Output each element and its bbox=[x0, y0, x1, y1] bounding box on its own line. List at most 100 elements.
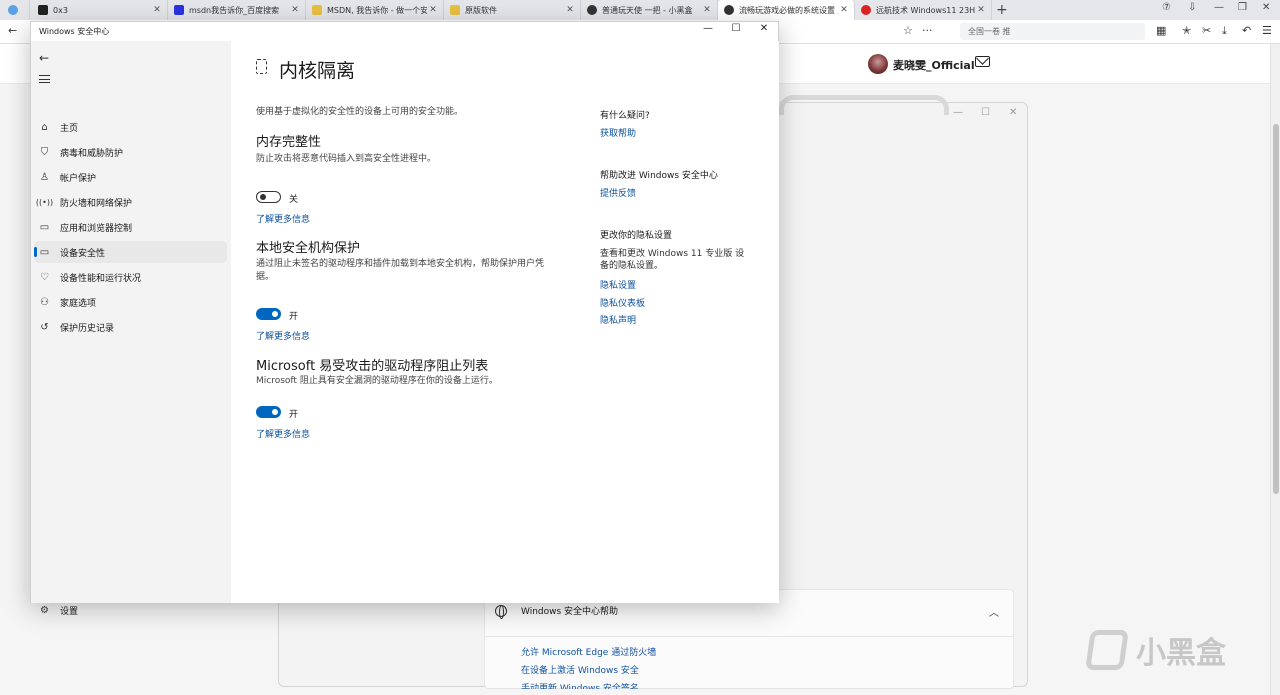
sidebar-item-device-health[interactable]: ♡ 设备性能和运行状况 bbox=[34, 266, 227, 288]
privacy-statement-link[interactable]: 隐私声明 bbox=[600, 313, 636, 326]
toggle-state-label: 关 bbox=[289, 195, 299, 205]
more-icon[interactable]: ··· bbox=[922, 24, 933, 37]
browser-tab[interactable] bbox=[0, 0, 30, 20]
page-title: 内核隔离 bbox=[279, 60, 356, 82]
page-scrollbar[interactable] bbox=[1270, 44, 1280, 695]
close-icon[interactable]: ✕ bbox=[975, 5, 987, 15]
privacy-dashboard-link[interactable]: 隐私仪表板 bbox=[600, 296, 645, 309]
minimize-icon[interactable]: — bbox=[693, 23, 723, 34]
sidebar-item-account[interactable]: ♙ 帐户保护 bbox=[34, 166, 227, 188]
section-description: 防止攻击将恶意代码插入到高安全性进程中。 bbox=[256, 154, 437, 164]
new-tab-icon[interactable]: + bbox=[996, 2, 1008, 18]
sidebar-item-device-security[interactable]: ▭ 设备安全性 bbox=[34, 241, 227, 263]
history-icon: ↺ bbox=[40, 321, 49, 333]
sidebar-item-settings[interactable]: ⚙ 设置 bbox=[34, 599, 227, 621]
xiaoheihe-icon bbox=[587, 5, 597, 15]
watermark: 小黑盒 bbox=[1085, 628, 1226, 672]
browser-tab[interactable]: msdn我告诉你_百度搜索 ✕ bbox=[168, 0, 306, 20]
feedback-link[interactable]: 提供反馈 bbox=[600, 186, 636, 199]
tab-title: MSDN, 我告诉你 - 做一个安 bbox=[327, 5, 427, 15]
section-heading: 内存完整性 bbox=[256, 135, 322, 150]
tab-favicon-icon bbox=[38, 5, 48, 15]
sidebar-item-home[interactable]: ⌂ 主页 bbox=[34, 116, 227, 138]
browser-tab[interactable]: 普通玩天使 一把 - 小黑盒 ✕ bbox=[581, 0, 718, 20]
sidebar-item-label: 设置 bbox=[60, 606, 79, 617]
browser-tab[interactable]: MSDN, 我告诉你 - 做一个安 ✕ bbox=[306, 0, 444, 20]
browser-tab-strip: 0x3 ✕ msdn我告诉你_百度搜索 ✕ MSDN, 我告诉你 - 做一个安 … bbox=[0, 0, 1280, 20]
home-icon: ⌂ bbox=[41, 121, 48, 133]
browser-tab[interactable]: 原版软件 ✕ bbox=[444, 0, 581, 20]
person-icon: ♙ bbox=[40, 171, 49, 183]
undo-icon[interactable]: ↶ bbox=[1242, 24, 1251, 37]
privacy-settings-link[interactable]: 隐私设置 bbox=[600, 278, 636, 291]
decorative-arc bbox=[779, 95, 949, 115]
tab-search-icon[interactable]: ⑦ bbox=[1162, 2, 1171, 13]
driver-blocklist-toggle[interactable] bbox=[256, 406, 281, 418]
close-icon[interactable]: ✕ bbox=[427, 5, 439, 15]
help-link[interactable]: 手动更新 Windows 安全签名 bbox=[521, 681, 639, 689]
sidebar-item-label: 设备安全性 bbox=[60, 248, 106, 259]
close-icon[interactable]: ✕ bbox=[289, 5, 301, 15]
core-isolation-icon bbox=[256, 59, 267, 74]
chevron-up-icon[interactable]: ︿ bbox=[989, 604, 999, 619]
restore-icon[interactable]: ❐ bbox=[1238, 2, 1247, 13]
sidebar-item-label: 病毒和威胁防护 bbox=[60, 148, 124, 159]
sidebar-item-virus[interactable]: ⛉ 病毒和威胁防护 bbox=[34, 141, 227, 163]
sidebar-item-app-browser[interactable]: ▭ 应用和浏览器控制 bbox=[34, 216, 227, 238]
close-icon[interactable]: ✕ bbox=[838, 5, 850, 15]
toggle-state-label: 开 bbox=[289, 312, 299, 322]
section-heading: Microsoft 易受攻击的驱动程序阻止列表 bbox=[256, 359, 489, 374]
grid-icon[interactable]: ▦ bbox=[1156, 24, 1166, 37]
close-icon[interactable]: ✕ bbox=[701, 5, 713, 15]
learn-more-link[interactable]: 了解更多信息 bbox=[256, 329, 310, 342]
minimize-icon[interactable]: — bbox=[1214, 2, 1224, 13]
maximize-icon[interactable]: ☐ bbox=[721, 23, 751, 34]
back-arrow-icon[interactable]: ← bbox=[39, 51, 49, 65]
tools-icon[interactable]: ✂ bbox=[1202, 24, 1211, 37]
mail-icon[interactable] bbox=[975, 56, 990, 67]
help-card-title: Windows 安全中心帮助 bbox=[521, 607, 619, 617]
close-icon[interactable]: ✕ bbox=[749, 23, 779, 34]
browser-tab[interactable]: 远航技术 Windows11 23H2 ✕ bbox=[855, 0, 992, 20]
lsa-protection-toggle[interactable] bbox=[256, 308, 281, 320]
browser-tab-active[interactable]: 流畅玩游戏必做的系统设置 ✕ bbox=[718, 0, 855, 20]
user-name[interactable]: 麦晓雯_Official bbox=[893, 57, 975, 73]
memory-integrity-toggle[interactable] bbox=[256, 191, 281, 203]
get-help-link[interactable]: 获取帮助 bbox=[600, 126, 636, 139]
pin-icon[interactable]: ⇩ bbox=[1188, 2, 1196, 13]
maximize-icon[interactable]: ☐ bbox=[981, 107, 990, 118]
hamburger-icon[interactable] bbox=[39, 75, 50, 83]
avatar[interactable] bbox=[868, 54, 888, 74]
star-icon[interactable]: ☆ bbox=[903, 24, 913, 37]
help-link[interactable]: 允许 Microsoft Edge 通过防火墙 bbox=[521, 645, 656, 658]
sidebar-item-label: 保护历史记录 bbox=[60, 323, 115, 334]
help-card: Windows 安全中心帮助 ︿ 允许 Microsoft Edge 通过防火墙… bbox=[484, 589, 1014, 689]
search-bar[interactable]: 全国一卷 推 bbox=[960, 23, 1145, 40]
questions-heading: 有什么疑问? bbox=[600, 111, 650, 121]
section-description: 通过阻止未签名的驱动程序和插件加载到本地安全机构，帮助保护用户凭据。 bbox=[256, 259, 545, 282]
help-card-header[interactable]: Windows 安全中心帮助 bbox=[495, 604, 619, 619]
sidebar-item-history[interactable]: ↺ 保护历史记录 bbox=[34, 316, 227, 338]
title-bar[interactable]: Windows 安全中心 — ☐ ✕ bbox=[31, 22, 778, 41]
close-icon[interactable]: ✕ bbox=[564, 5, 576, 15]
sidebar-item-firewall[interactable]: ((•)) 防火墙和网络保护 bbox=[34, 191, 227, 213]
back-icon[interactable]: ← bbox=[8, 24, 17, 37]
baidu-icon bbox=[174, 5, 184, 15]
browser-tab[interactable]: 0x3 ✕ bbox=[32, 0, 168, 20]
favorites-icon[interactable]: ✭ bbox=[1182, 24, 1191, 37]
learn-more-link[interactable]: 了解更多信息 bbox=[256, 212, 310, 225]
download-icon[interactable]: ⤓ bbox=[1222, 24, 1227, 38]
close-icon[interactable]: ✕ bbox=[151, 5, 163, 15]
window-title: Windows 安全中心 bbox=[39, 27, 110, 36]
tab-title: 普通玩天使 一把 - 小黑盒 bbox=[602, 5, 693, 15]
help-link[interactable]: 在设备上激活 Windows 安全 bbox=[521, 663, 639, 676]
close-icon[interactable]: ✕ bbox=[1262, 2, 1270, 13]
learn-more-link[interactable]: 了解更多信息 bbox=[256, 427, 310, 440]
minimize-icon[interactable]: — bbox=[953, 107, 963, 118]
scroll-thumb[interactable] bbox=[1273, 124, 1279, 494]
menu-icon[interactable]: ☰ bbox=[1262, 24, 1272, 37]
sidebar-item-family[interactable]: ⚇ 家庭选项 bbox=[34, 291, 227, 313]
close-icon[interactable]: ✕ bbox=[1009, 107, 1017, 118]
main-content: 内核隔离 使用基于虚拟化的安全性的设备上可用的安全功能。 内存完整性 防止攻击将… bbox=[231, 41, 779, 603]
sidebar-item-label: 主页 bbox=[60, 123, 79, 134]
